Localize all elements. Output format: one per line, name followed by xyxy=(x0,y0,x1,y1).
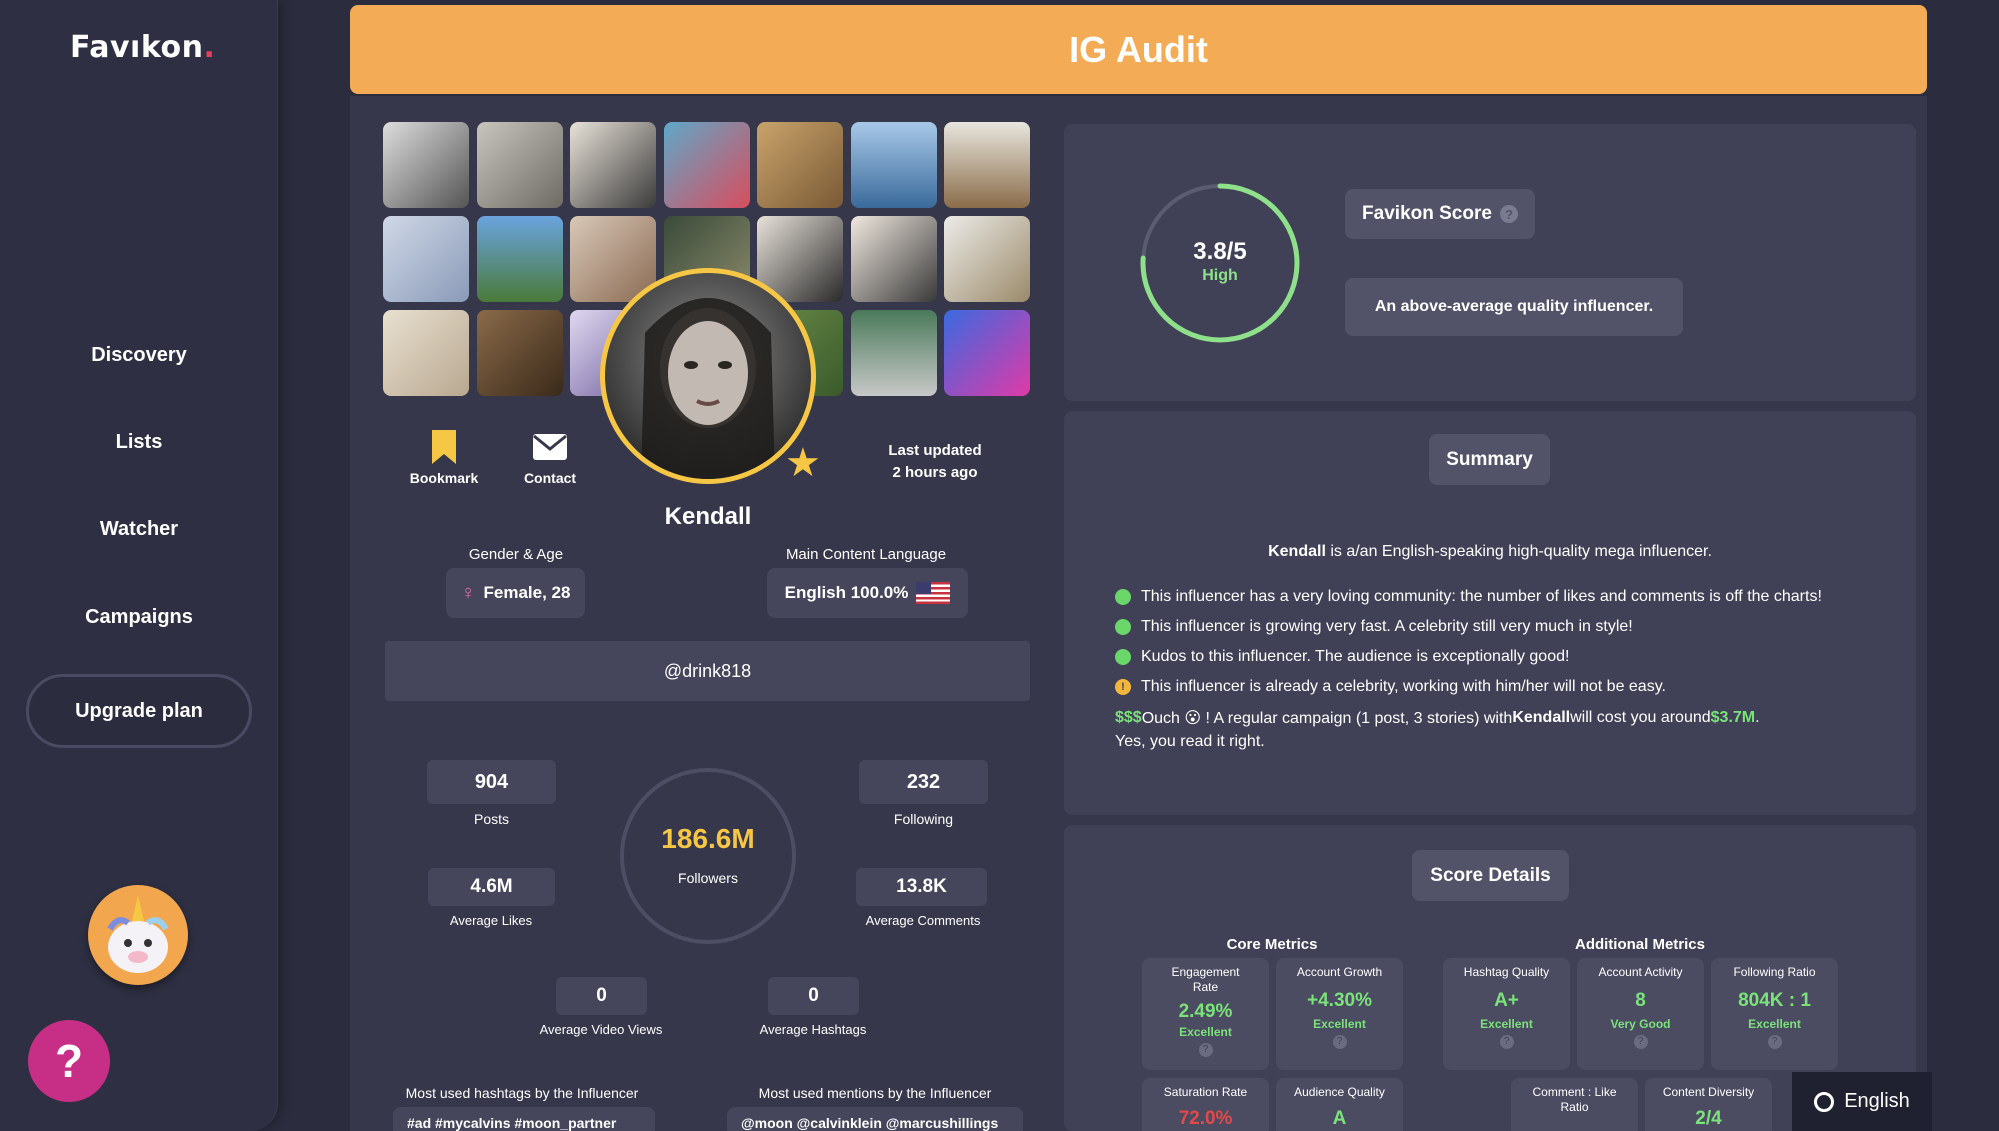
nav-item-campaigns[interactable]: Campaigns xyxy=(0,606,278,629)
us-flag-icon xyxy=(916,582,951,604)
globe-icon xyxy=(1814,1091,1835,1112)
contact-label: Contact xyxy=(523,470,577,486)
metric-account-activity: Account Activity 8 Very Good ? xyxy=(1577,958,1704,1070)
bookmark-button[interactable]: Bookmark xyxy=(402,430,486,486)
green-dot-icon xyxy=(1115,649,1131,665)
language-switch-button[interactable]: English xyxy=(1792,1072,1932,1131)
page-title: IG Audit xyxy=(350,5,1927,94)
logo[interactable]: Favıkon. xyxy=(70,30,215,65)
mentions-label: Most used mentions by the Influencer xyxy=(758,1085,992,1101)
sidebar: Favıkon. Discovery Lists Watcher Campaig… xyxy=(0,0,278,1131)
mentions-box: @moon @calvinklein @marcushillings xyxy=(727,1107,1023,1131)
post-thumbnail[interactable] xyxy=(570,122,656,208)
average-hashtags-value: 0 xyxy=(768,977,859,1015)
metric-content-diversity: Content Diversity 2/4 xyxy=(1645,1078,1772,1131)
average-video-views-value: 0 xyxy=(556,977,647,1015)
post-thumbnail[interactable] xyxy=(383,310,469,396)
favikon-score-title: Favikon Score ? xyxy=(1345,189,1535,239)
metric-comment-like-ratio: Comment : Like Ratio xyxy=(1511,1078,1638,1131)
post-thumbnail[interactable] xyxy=(477,310,563,396)
average-comments-value: 13.8K xyxy=(856,868,987,906)
post-thumbnail[interactable] xyxy=(477,216,563,302)
help-circle-icon[interactable]: ? xyxy=(1198,1043,1213,1057)
metric-engagement-rate: Engagement Rate 2.49% Excellent ? xyxy=(1142,958,1269,1070)
bookmark-icon xyxy=(432,430,456,464)
score-value: 3.8/5 xyxy=(1193,238,1247,265)
metric-saturation-rate: Saturation Rate 72.0% xyxy=(1142,1078,1269,1131)
instagram-handle[interactable]: @drink818 xyxy=(385,641,1030,701)
post-thumbnail[interactable] xyxy=(477,122,563,208)
influencer-name: Kendall xyxy=(664,503,752,530)
metric-audience-quality: Audience Quality A xyxy=(1276,1078,1403,1131)
summary-point: This influencer has a very loving commun… xyxy=(1115,588,1822,606)
language-chip: English 100.0% xyxy=(767,568,968,618)
post-thumbnail[interactable] xyxy=(944,310,1030,396)
core-metrics-title: Core Metrics xyxy=(1226,936,1318,953)
help-circle-icon[interactable]: ? xyxy=(1633,1035,1648,1049)
help-circle-icon[interactable]: ? xyxy=(1767,1035,1782,1049)
average-video-views-label: Average Video Views xyxy=(539,1022,663,1037)
average-comments-label: Average Comments xyxy=(865,913,981,928)
language-label: Main Content Language xyxy=(785,546,947,563)
bookmark-label: Bookmark xyxy=(409,470,479,486)
score-description: An above-average quality influencer. xyxy=(1345,278,1683,336)
hashtags-label: Most used hashtags by the Influencer xyxy=(405,1085,639,1101)
nav-item-watcher[interactable]: Watcher xyxy=(0,518,278,541)
score-level: High xyxy=(1202,267,1238,284)
post-thumbnail[interactable] xyxy=(851,216,937,302)
metric-account-growth: Account Growth +4.30% Excellent ? xyxy=(1276,958,1403,1070)
hashtags-box: #ad #mycalvins #moon_partner xyxy=(393,1107,655,1131)
summary-point: This influencer is growing very fast. A … xyxy=(1115,618,1633,636)
nav-item-lists[interactable]: Lists xyxy=(0,431,278,454)
mail-icon xyxy=(533,434,567,460)
upgrade-plan-button[interactable]: Upgrade plan xyxy=(26,674,252,748)
summary-title: Summary xyxy=(1429,434,1550,485)
average-likes-label: Average Likes xyxy=(449,913,533,928)
post-thumbnail[interactable] xyxy=(383,216,469,302)
summary-intro: Kendall is a/an English-speaking high-qu… xyxy=(1268,543,1712,560)
metric-hashtag-quality: Hashtag Quality A+ Excellent ? xyxy=(1443,958,1570,1070)
contact-button[interactable]: Contact xyxy=(510,430,590,486)
post-thumbnail[interactable] xyxy=(944,216,1030,302)
post-thumbnail[interactable] xyxy=(851,122,937,208)
summary-point: Kudos to this influencer. The audience i… xyxy=(1115,648,1569,666)
nav-item-discovery[interactable]: Discovery xyxy=(0,344,278,367)
green-dot-icon xyxy=(1115,619,1131,635)
post-thumbnail[interactable] xyxy=(851,310,937,396)
help-circle-icon[interactable]: ? xyxy=(1499,205,1518,223)
gender-age-label: Gender & Age xyxy=(468,546,564,563)
posts-label: Posts xyxy=(473,811,509,827)
unicorn-avatar-icon[interactable] xyxy=(88,885,188,985)
gender-age-chip: ♀ Female, 28 xyxy=(446,568,585,618)
help-circle-icon[interactable]: ? xyxy=(1332,1035,1347,1049)
star-icon[interactable]: ★ xyxy=(785,440,821,486)
post-thumbnail[interactable] xyxy=(664,122,750,208)
score-details-title: Score Details xyxy=(1412,850,1569,901)
summary-cost-line2: Yes, you read it right. xyxy=(1115,733,1265,750)
posts-count: 904 xyxy=(427,760,556,804)
warning-icon: ! xyxy=(1115,679,1131,695)
profile-avatar xyxy=(600,268,816,484)
following-label: Following xyxy=(893,811,954,827)
average-hashtags-label: Average Hashtags xyxy=(759,1022,867,1037)
average-likes-value: 4.6M xyxy=(428,868,555,906)
followers-label: Followers xyxy=(678,870,738,886)
help-button[interactable]: ? xyxy=(28,1020,110,1102)
post-thumbnail[interactable] xyxy=(383,122,469,208)
post-thumbnail[interactable] xyxy=(944,122,1030,208)
additional-metrics-title: Additional Metrics xyxy=(1574,936,1705,953)
female-icon: ♀ xyxy=(460,581,476,604)
summary-cost: $$$ Ouch 😮 ! A regular campaign (1 post,… xyxy=(1115,709,1760,727)
metric-following-ratio: Following Ratio 804K : 1 Excellent ? xyxy=(1711,958,1838,1070)
summary-warning: ! This influencer is already a celebrity,… xyxy=(1115,678,1666,696)
post-thumbnail[interactable] xyxy=(757,122,843,208)
followers-circle xyxy=(620,768,796,944)
following-count: 232 xyxy=(859,760,988,804)
green-dot-icon xyxy=(1115,589,1131,605)
last-updated: Last updated 2 hours ago xyxy=(888,442,982,481)
followers-count: 186.6M xyxy=(661,823,755,854)
help-circle-icon[interactable]: ? xyxy=(1499,1035,1514,1049)
